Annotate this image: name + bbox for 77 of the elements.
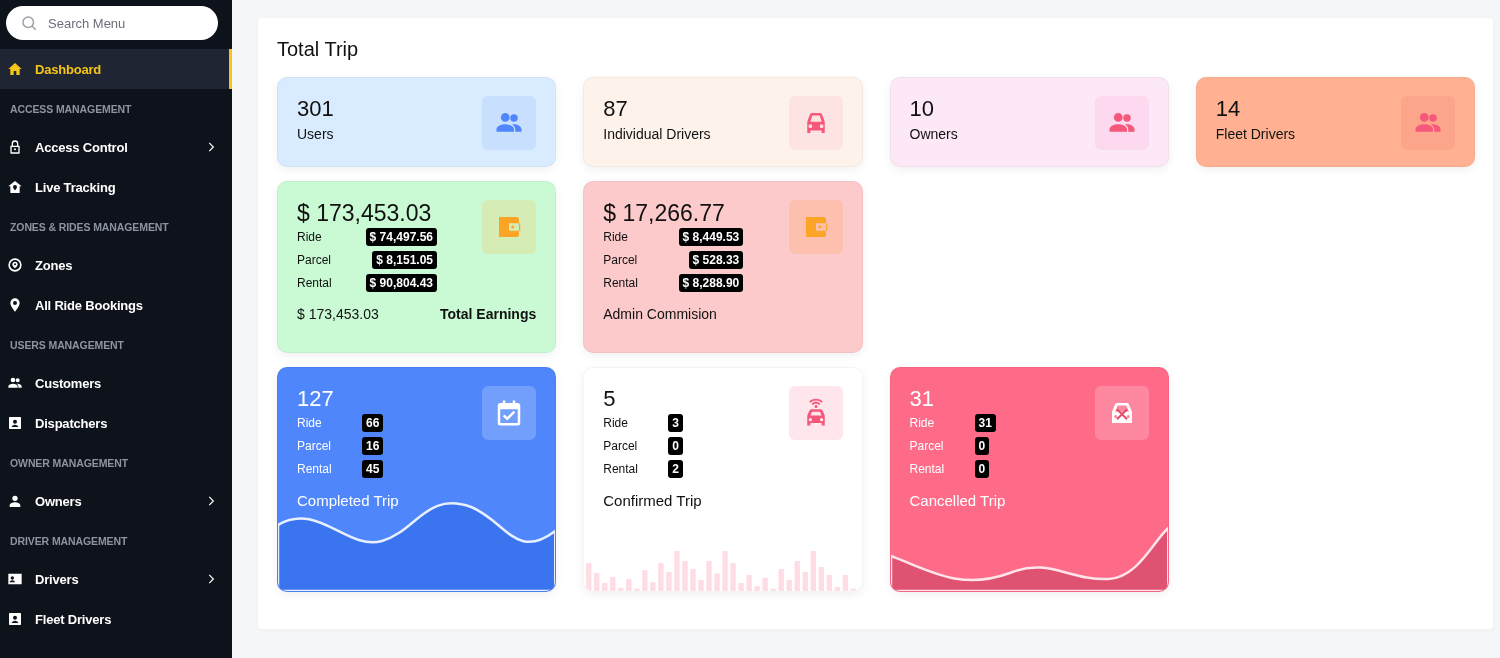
trip-label: Confirmed Trip [603, 492, 702, 509]
earnings-label: Admin Commision [603, 306, 717, 322]
trip-count: 31 [909, 386, 935, 412]
earnings-value: $ 173,453.03 [297, 200, 433, 226]
sidebar-item[interactable]: Access Control [0, 127, 232, 167]
amount-badge: $ 90,804.43 [365, 274, 437, 292]
home-icon [7, 61, 23, 77]
sidebar-item[interactable]: Live Tracking [0, 167, 232, 207]
trip-count: 5 [603, 386, 617, 412]
breakdown-label: Parcel [297, 439, 332, 453]
people-icon [7, 375, 23, 391]
breakdown-label: Ride [297, 416, 323, 430]
person-icon [7, 493, 23, 509]
breakdown-label: Parcel [297, 253, 332, 267]
earnings-label: Total Earnings [440, 306, 537, 322]
sidebar-item[interactable]: Owners [0, 481, 232, 521]
earnings-total: $ 173,453.03 [297, 306, 379, 322]
lock-icon [7, 139, 23, 155]
sidebar-item[interactable]: Zones [0, 245, 232, 285]
section-heading: DRIVER MANAGEMENT [10, 535, 128, 547]
amount-badge: 3 [668, 414, 683, 432]
stat-value: 10 [909, 96, 935, 122]
breakdown-label: Parcel [603, 439, 639, 453]
house-pin-icon [7, 179, 23, 195]
amount-badge: 2 [668, 460, 683, 478]
sidebar-item[interactable]: Fleet Drivers [0, 599, 232, 639]
breakdown-label: Ride [297, 230, 323, 244]
search-icon [20, 14, 38, 32]
amount-badge: $ 74,497.56 [365, 228, 437, 246]
location-pin-icon [7, 257, 23, 273]
amount-badge: 0 [668, 437, 683, 455]
breakdown-label: Parcel [909, 439, 945, 453]
stat-value: 301 [297, 96, 334, 122]
breakdown-label: Rental [603, 276, 639, 290]
sidebar-item[interactable]: Drivers [0, 559, 232, 599]
map-pin-icon [7, 297, 23, 313]
sidebar-item[interactable]: All Ride Bookings [0, 285, 232, 325]
breakdown-label: Ride [909, 416, 936, 430]
amount-badge: 16 [362, 437, 384, 455]
section-heading: ZONES & RIDES MANAGEMENT [10, 221, 169, 233]
earnings-value: $ 17,266.77 [603, 200, 726, 226]
breakdown-label: Rental [603, 462, 639, 476]
stat-value: 14 [1215, 96, 1242, 122]
sidebar-item[interactable]: Dispatchers [0, 403, 232, 443]
breakdown-label: Rental [297, 462, 333, 476]
amount-badge: 0 [974, 437, 990, 455]
breakdown-label: Ride [603, 416, 629, 430]
section-heading: USERS MANAGEMENT [10, 339, 124, 351]
section-heading: ACCESS MANAGEMENT [10, 103, 132, 115]
amount-badge: $ 8,288.90 [678, 274, 744, 292]
panel-title: Total Trip [277, 38, 359, 61]
amount-badge: $ 528.33 [688, 251, 744, 269]
contact-badge-icon [7, 611, 23, 627]
search-field[interactable]: Search Menu [6, 6, 218, 40]
sidebar-item[interactable]: Customers [0, 363, 232, 403]
amount-badge: 31 [974, 414, 996, 432]
trip-label: Completed Trip [297, 492, 399, 509]
stat-label: Users [297, 126, 334, 142]
sidebar-item[interactable]: Dashboard [0, 49, 232, 89]
stat-label: Individual Drivers [603, 126, 711, 142]
amount-badge: 0 [974, 460, 990, 478]
breakdown-label: Rental [297, 276, 333, 290]
stat-label: Owners [909, 126, 958, 142]
trip-label: Cancelled Trip [909, 492, 1006, 509]
amount-badge: $ 8,449.53 [678, 228, 744, 246]
amount-badge: $ 8,151.05 [372, 251, 437, 269]
stat-label: Fleet Drivers [1215, 126, 1296, 142]
breakdown-label: Rental [909, 462, 946, 476]
contact-badge-icon [7, 415, 23, 431]
breakdown-label: Parcel [603, 253, 639, 267]
breakdown-label: Ride [603, 230, 629, 244]
amount-badge: 66 [362, 414, 384, 432]
amount-badge: 45 [362, 460, 384, 478]
trip-count: 127 [297, 386, 335, 412]
stat-value: 87 [603, 96, 629, 122]
id-card-icon [7, 571, 23, 587]
section-heading: OWNER MANAGEMENT [10, 457, 128, 469]
